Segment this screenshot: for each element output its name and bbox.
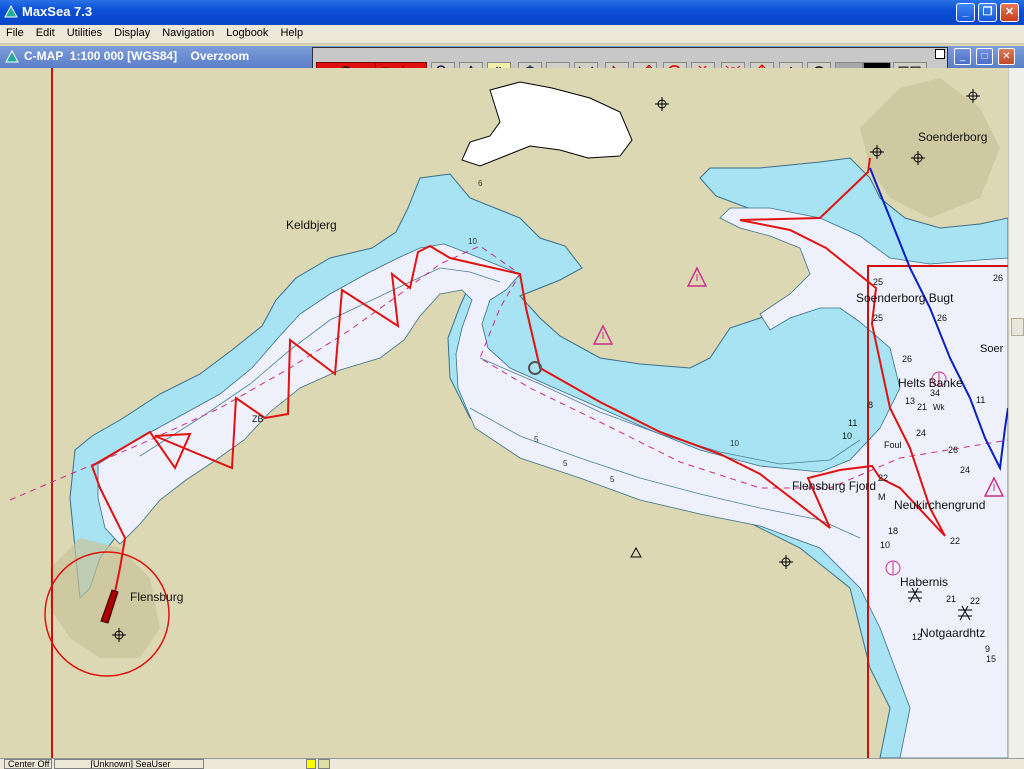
depth-sounding: 18 bbox=[888, 526, 898, 536]
label-neukirchengrund: Neukirchengrund bbox=[894, 498, 985, 512]
restore-button[interactable]: ❐ bbox=[978, 3, 997, 22]
menu-utilities[interactable]: Utilities bbox=[61, 25, 108, 39]
depth-sounding: 10 bbox=[730, 439, 739, 448]
depth-sounding: 26 bbox=[937, 313, 947, 323]
depth-sounding: 25 bbox=[873, 313, 883, 323]
depth-sounding: 9 bbox=[985, 644, 990, 654]
label-zb: ZB bbox=[252, 414, 264, 424]
depth-sounding: 10 bbox=[468, 237, 477, 246]
scrollbar-thumb[interactable] bbox=[1011, 318, 1024, 336]
depth-sounding: 22 bbox=[970, 596, 980, 606]
toolbar-close-button[interactable] bbox=[935, 49, 945, 59]
chart-close-button[interactable]: ✕ bbox=[998, 48, 1015, 65]
depth-sounding: 8 bbox=[868, 400, 873, 410]
chart-canvas[interactable]: Keldbjerg Soenderborg Soenderborg Bugt H… bbox=[0, 68, 1008, 758]
label-keldbjerg: Keldbjerg bbox=[286, 218, 337, 232]
close-button[interactable]: ✕ bbox=[1000, 3, 1019, 22]
depth-sounding: 5 bbox=[610, 475, 615, 484]
depth-sounding: 15 bbox=[986, 654, 996, 664]
menu-help[interactable]: Help bbox=[274, 25, 309, 39]
menu-bar: File Edit Utilities Display Navigation Logboo… bbox=[0, 25, 1024, 44]
maxsea-app-icon bbox=[4, 5, 18, 18]
depth-sounding: 5 bbox=[563, 459, 568, 468]
depth-sounding: 11 bbox=[976, 395, 985, 405]
label-flensburg-fjord: Flensburg Fjord bbox=[792, 479, 876, 493]
depth-sounding: 10 bbox=[880, 540, 890, 550]
chart-maximize-button[interactable]: □ bbox=[976, 48, 993, 65]
depth-sounding: 26 bbox=[993, 273, 1003, 283]
depth-sounding: 26 bbox=[902, 354, 912, 364]
window-titlebar: MaxSea 7.3 _ ❐ ✕ bbox=[0, 0, 1024, 25]
depth-sounding: 21 bbox=[917, 402, 927, 412]
menu-display[interactable]: Display bbox=[108, 25, 156, 39]
depth-sounding: 25 bbox=[873, 277, 883, 287]
nautical-chart[interactable]: Keldbjerg Soenderborg Soenderborg Bugt H… bbox=[0, 68, 1008, 758]
label-soenderborg-bugt: Soenderborg Bugt bbox=[856, 291, 954, 305]
depth-sounding: 6 bbox=[478, 179, 483, 188]
status-bar: Center Off [Unknown] SeaUser bbox=[0, 758, 1024, 769]
depth-sounding: 11 bbox=[848, 418, 857, 428]
depth-sounding: 22 bbox=[950, 536, 960, 546]
menu-edit[interactable]: Edit bbox=[30, 25, 61, 39]
vertical-scrollbar[interactable] bbox=[1008, 68, 1024, 758]
menu-logbook[interactable]: Logbook bbox=[220, 25, 274, 39]
label-habernis: Habernis bbox=[900, 575, 948, 589]
label-m: M bbox=[878, 492, 886, 502]
menu-navigation[interactable]: Navigation bbox=[156, 25, 220, 39]
depth-sounding: 22 bbox=[878, 473, 888, 483]
depth-sounding: 24 bbox=[916, 428, 926, 438]
label-notgaardholz: Notgaardhtz bbox=[920, 626, 985, 640]
depth-sounding: 13 bbox=[905, 396, 915, 406]
depth-sounding: 5 bbox=[534, 435, 539, 444]
label-soer: Soer bbox=[980, 343, 1004, 355]
minimize-button[interactable]: _ bbox=[956, 3, 975, 22]
label-foul: Foul bbox=[884, 440, 902, 450]
chart-window-icon bbox=[5, 50, 19, 63]
label-soenderborg: Soenderborg bbox=[918, 130, 987, 144]
depth-sounding: 24 bbox=[960, 465, 970, 475]
window-title: MaxSea 7.3 bbox=[22, 4, 93, 19]
label-flensburg: Flensburg bbox=[130, 590, 183, 604]
depth-sounding: 26 bbox=[948, 445, 958, 455]
label-wk: Wk bbox=[933, 403, 946, 412]
depth-sounding: 10 bbox=[842, 431, 852, 441]
menu-file[interactable]: File bbox=[0, 25, 30, 39]
depth-sounding: 12 bbox=[912, 632, 922, 642]
depth-sounding: 21 bbox=[946, 594, 956, 604]
chart-minimize-button[interactable]: _ bbox=[954, 48, 971, 65]
chart-window-title: C-MAP 1:100 000 [WGS84] Overzoom bbox=[24, 49, 250, 63]
depth-sounding: 34 bbox=[930, 388, 940, 398]
